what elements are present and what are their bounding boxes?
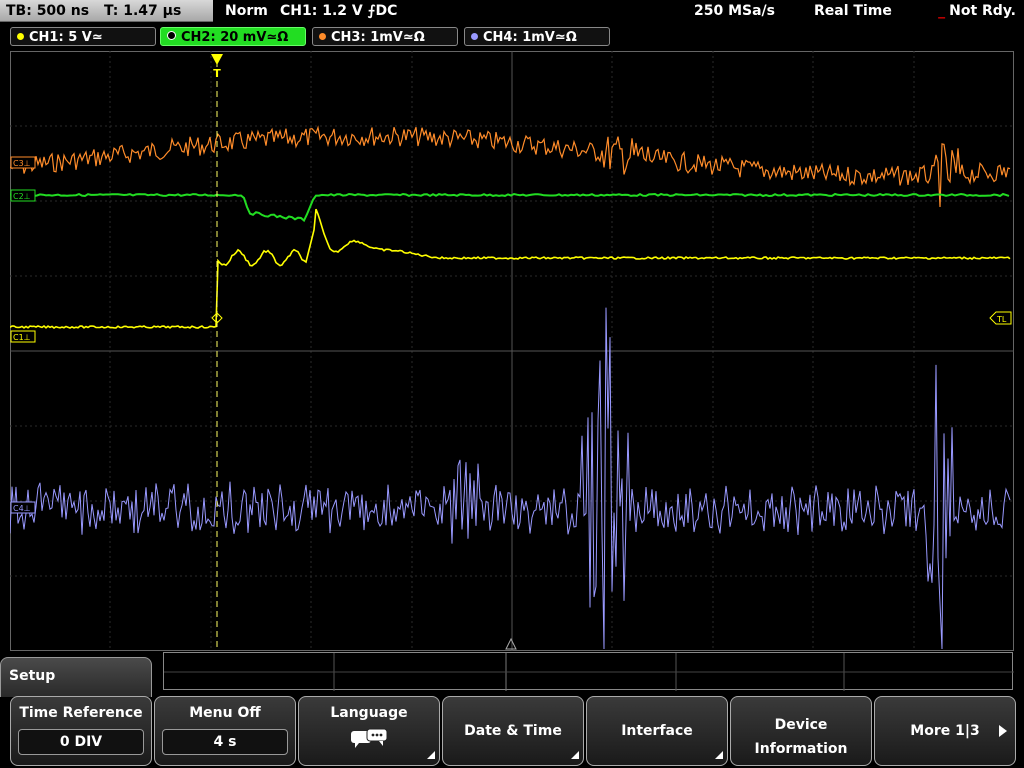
trigger-level-text: TL — [996, 315, 1007, 324]
ch1-dot-icon — [17, 33, 24, 40]
channel-chip-ch4[interactable]: CH4: 1mV≃Ω — [464, 27, 610, 46]
ch4-marker-text: C4⊥ — [13, 504, 31, 513]
channel-chip-ch3[interactable]: CH3: 1mV≃Ω — [312, 27, 458, 46]
channel-chip-ch2[interactable]: CH2: 20 mV≃Ω — [160, 27, 306, 46]
trigger-marker-text: T — [213, 67, 221, 80]
ch1-label: CH1: 5 V≃ — [29, 30, 103, 45]
ch1-waveform — [10, 208, 1011, 329]
ch3-offset-marker: C3⊥ — [10, 156, 36, 169]
overview-strip — [163, 652, 1014, 691]
menu-off-value: 4 s — [162, 729, 288, 755]
ch4-dot-icon — [471, 33, 478, 40]
menu-off-label: Menu Off — [189, 705, 261, 721]
ch1-marker-text: C1⊥ — [13, 333, 31, 342]
timebase-box[interactable]: TB: 500 ns T: 1.47 µs — [0, 0, 213, 22]
interface-softkey[interactable]: Interface — [586, 696, 728, 766]
trigger-level-marker: TL — [989, 311, 1012, 325]
sample-rate: 250 MSa/s — [694, 3, 776, 19]
waveform-display[interactable]: T C3⊥ C2⊥ C1⊥ C4⊥ TL — [10, 51, 1014, 651]
language-softkey[interactable]: Language — [298, 696, 440, 766]
ready-indicator: _ — [938, 3, 946, 19]
time-reference-label: Time Reference — [19, 705, 143, 721]
ch4-waveform — [10, 307, 1011, 650]
menu-off-softkey[interactable]: Menu Off 4 s — [154, 696, 296, 766]
ch3-dot-icon — [319, 33, 326, 40]
status-bar: TB: 500 ns T: 1.47 µs Norm CH1: 1.2 V ⨍D… — [0, 0, 1024, 24]
ready-state: Not Rdy. — [949, 3, 1016, 19]
acquisition-mode[interactable]: Real Time — [814, 0, 892, 22]
channel-chip-ch1[interactable]: CH1: 5 V≃ — [10, 27, 156, 46]
submenu-indicator-icon — [571, 751, 579, 759]
ch3-marker-text: C3⊥ — [13, 159, 31, 168]
ch4-label: CH4: 1mV≃Ω — [483, 30, 577, 45]
time-reference-softkey[interactable]: Time Reference 0 DIV — [10, 696, 152, 766]
submenu-indicator-icon — [715, 751, 723, 759]
time-reference-value: 0 DIV — [18, 729, 144, 755]
chevron-right-icon — [999, 725, 1007, 737]
trigger-mode[interactable]: Norm — [225, 0, 268, 22]
ch2-marker-text: C2⊥ — [13, 192, 31, 201]
date-time-softkey[interactable]: Date & Time — [442, 696, 584, 766]
graticule-grid — [10, 51, 1014, 651]
more-label: More 1|3 — [910, 723, 980, 739]
device-information-label: Device Information — [754, 717, 848, 757]
language-label: Language — [330, 705, 408, 721]
ch2-dot-icon — [167, 31, 176, 40]
submenu-indicator-icon — [427, 751, 435, 759]
device-information-softkey[interactable]: Device Information — [730, 696, 872, 766]
timebase-value: TB: 500 ns — [6, 3, 90, 19]
speech-bubbles-icon — [351, 728, 388, 748]
trigger-source[interactable]: CH1: 1.2 V ⨍DC — [280, 0, 397, 22]
ready-status: _ Not Rdy. — [938, 0, 1016, 22]
date-time-label: Date & Time — [464, 723, 562, 739]
ch2-label: CH2: 20 mV≃Ω — [181, 30, 289, 45]
trigger-marker-icon: T — [211, 54, 223, 80]
menu-title-tab: Setup — [0, 657, 152, 697]
ch4-offset-marker: C4⊥ — [10, 501, 36, 514]
waveform-canvas: T C3⊥ C2⊥ C1⊥ C4⊥ TL — [10, 51, 1014, 651]
interface-label: Interface — [621, 723, 693, 739]
ch2-waveform — [10, 192, 1010, 223]
trigger-time-value: T: 1.47 µs — [103, 3, 182, 19]
more-softkey[interactable]: More 1|3 — [874, 696, 1016, 766]
ch1-offset-marker: C1⊥ — [10, 330, 36, 343]
ch2-offset-marker: C2⊥ — [10, 189, 36, 202]
ch3-label: CH3: 1mV≃Ω — [331, 30, 425, 45]
softkey-bar: Time Reference 0 DIV Menu Off 4 s Langua… — [0, 696, 1024, 768]
center-marker-icon — [505, 637, 517, 650]
